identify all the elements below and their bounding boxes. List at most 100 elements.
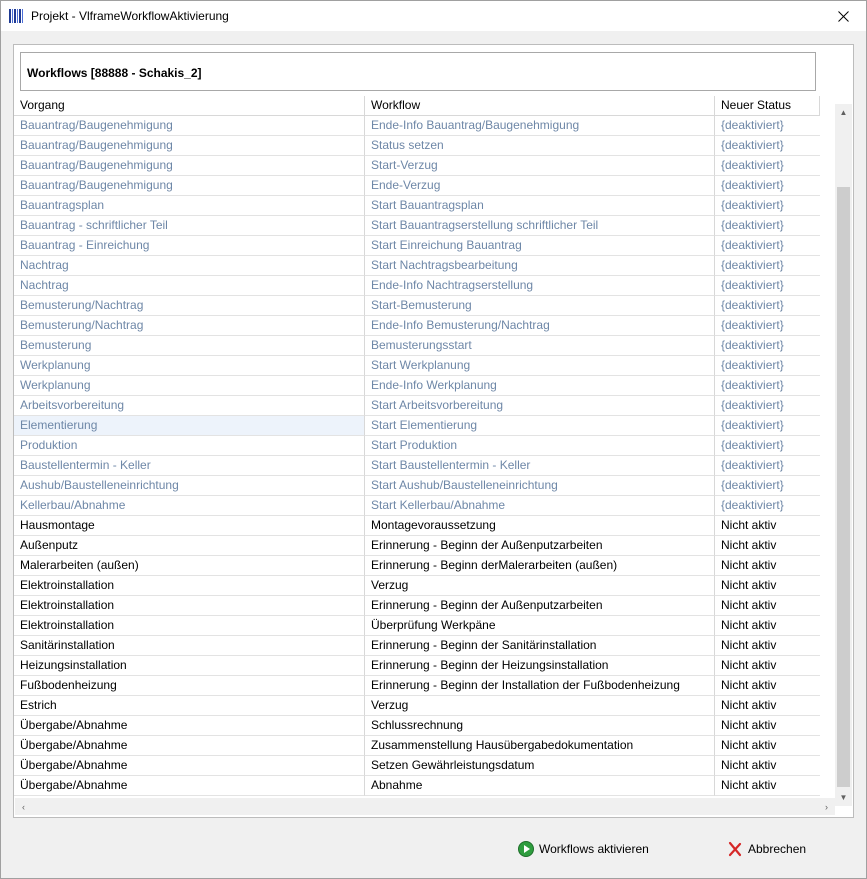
- cell-status[interactable]: {deaktiviert}: [715, 416, 820, 436]
- cell-status[interactable]: {deaktiviert}: [715, 216, 820, 236]
- cell-status[interactable]: Nicht aktiv: [715, 596, 820, 616]
- cell-vorgang[interactable]: Werkplanung: [14, 376, 365, 396]
- cell-vorgang[interactable]: Aushub/Baustelleneinrichtung: [14, 476, 365, 496]
- workflow-grid[interactable]: Vorgang Workflow Neuer Status Bauantrag/…: [14, 96, 820, 798]
- scroll-thumb[interactable]: [837, 187, 850, 787]
- cell-workflow[interactable]: Start Nachtragsbearbeitung: [365, 256, 715, 276]
- cell-status[interactable]: Nicht aktiv: [715, 576, 820, 596]
- cell-workflow[interactable]: Ende-Info Werkplanung: [365, 376, 715, 396]
- table-row[interactable]: Außenputz Erinnerung - Beginn der Außenpu…: [14, 536, 820, 556]
- cell-workflow[interactable]: Bemusterungsstart: [365, 336, 715, 356]
- cell-workflow[interactable]: Start Produktion: [365, 436, 715, 456]
- cell-vorgang[interactable]: Kellerbau/Abnahme: [14, 496, 365, 516]
- column-header-neuer-status[interactable]: Neuer Status: [715, 96, 820, 116]
- cell-vorgang[interactable]: Bauantrag/Baugenehmigung: [14, 176, 365, 196]
- table-row[interactable]: Elektroinstallation Erinnerung - Beginn d…: [14, 596, 820, 616]
- cell-status[interactable]: {deaktiviert}: [715, 456, 820, 476]
- cell-vorgang[interactable]: Werkplanung: [14, 356, 365, 376]
- cell-status[interactable]: {deaktiviert}: [715, 476, 820, 496]
- cell-vorgang[interactable]: Übergabe/Abnahme: [14, 776, 365, 796]
- cell-status[interactable]: {deaktiviert}: [715, 496, 820, 516]
- cell-workflow[interactable]: Verzug: [365, 696, 715, 716]
- cell-vorgang[interactable]: Baustellentermin - Keller: [14, 456, 365, 476]
- cell-status[interactable]: Nicht aktiv: [715, 516, 820, 536]
- cell-vorgang[interactable]: Elektroinstallation: [14, 576, 365, 596]
- table-row[interactable]: Kellerbau/Abnahme Start Kellerbau/Abnahme…: [14, 496, 820, 516]
- cell-vorgang[interactable]: Malerarbeiten (außen): [14, 556, 365, 576]
- cell-status[interactable]: {deaktiviert}: [715, 156, 820, 176]
- table-row[interactable]: Bemusterung/Nachtrag Start-Bemusterung {de…: [14, 296, 820, 316]
- cell-status[interactable]: Nicht aktiv: [715, 556, 820, 576]
- cell-vorgang[interactable]: Übergabe/Abnahme: [14, 736, 365, 756]
- cell-workflow[interactable]: Erinnerung - Beginn der Außenputzarbeite…: [365, 596, 715, 616]
- cell-vorgang[interactable]: Nachtrag: [14, 276, 365, 296]
- table-row[interactable]: Bauantrag - schriftlicher Teil Start Baua…: [14, 216, 820, 236]
- table-row[interactable]: Übergabe/Abnahme Zusammenstellung Hausübe…: [14, 736, 820, 756]
- table-row[interactable]: Übergabe/Abnahme Abnahme Nicht aktiv: [14, 776, 820, 796]
- cell-status[interactable]: Nicht aktiv: [715, 776, 820, 796]
- cell-status[interactable]: Nicht aktiv: [715, 616, 820, 636]
- cell-status[interactable]: Nicht aktiv: [715, 536, 820, 556]
- table-row[interactable]: Übergabe/Abnahme Schlussrechnung Nicht akt…: [14, 716, 820, 736]
- cell-status[interactable]: {deaktiviert}: [715, 336, 820, 356]
- table-row[interactable]: Bauantrag - Einreichung Start Einreichung…: [14, 236, 820, 256]
- cell-status[interactable]: Nicht aktiv: [715, 696, 820, 716]
- cell-vorgang[interactable]: Estrich: [14, 696, 365, 716]
- close-button[interactable]: [820, 1, 866, 31]
- cell-vorgang[interactable]: Bemusterung/Nachtrag: [14, 316, 365, 336]
- cell-workflow[interactable]: Montagevoraussetzung: [365, 516, 715, 536]
- cell-workflow[interactable]: Erinnerung - Beginn der Installation der…: [365, 676, 715, 696]
- cell-workflow[interactable]: Start Werkplanung: [365, 356, 715, 376]
- table-row[interactable]: Aushub/Baustelleneinrichtung Start Aushub…: [14, 476, 820, 496]
- scroll-right-icon[interactable]: ›: [818, 798, 835, 815]
- horizontal-scrollbar[interactable]: ‹ ›: [15, 798, 835, 815]
- cell-workflow[interactable]: Abnahme: [365, 776, 715, 796]
- table-row[interactable]: Malerarbeiten (außen) Erinnerung - Beginn…: [14, 556, 820, 576]
- cell-workflow[interactable]: Setzen Gewährleistungsdatum: [365, 756, 715, 776]
- cell-workflow[interactable]: Start Baustellentermin - Keller: [365, 456, 715, 476]
- scroll-left-icon[interactable]: ‹: [15, 798, 32, 815]
- cell-vorgang[interactable]: Elementierung: [14, 416, 365, 436]
- cell-status[interactable]: {deaktiviert}: [715, 296, 820, 316]
- cell-vorgang[interactable]: Übergabe/Abnahme: [14, 756, 365, 776]
- cell-status[interactable]: {deaktiviert}: [715, 436, 820, 456]
- cell-workflow[interactable]: Erinnerung - Beginn der Außenputzarbeite…: [365, 536, 715, 556]
- cancel-button[interactable]: Abbrechen: [727, 839, 806, 859]
- table-row[interactable]: Werkplanung Ende-Info Werkplanung {deaktiv…: [14, 376, 820, 396]
- cell-vorgang[interactable]: Sanitärinstallation: [14, 636, 365, 656]
- table-row[interactable]: Estrich Verzug Nicht aktiv: [14, 696, 820, 716]
- table-row[interactable]: Elektroinstallation Überprüfung Werkpäne N…: [14, 616, 820, 636]
- table-row[interactable]: Bemusterung Bemusterungsstart {deaktiviert…: [14, 336, 820, 356]
- cell-status[interactable]: {deaktiviert}: [715, 276, 820, 296]
- cell-vorgang[interactable]: Bauantrag/Baugenehmigung: [14, 156, 365, 176]
- cell-status[interactable]: Nicht aktiv: [715, 636, 820, 656]
- cell-workflow[interactable]: Verzug: [365, 576, 715, 596]
- cell-status[interactable]: {deaktiviert}: [715, 316, 820, 336]
- cell-status[interactable]: {deaktiviert}: [715, 356, 820, 376]
- cell-vorgang[interactable]: Elektroinstallation: [14, 596, 365, 616]
- cell-workflow[interactable]: Start Arbeitsvorbereitung: [365, 396, 715, 416]
- cell-workflow[interactable]: Erinnerung - Beginn der Sanitärinstallat…: [365, 636, 715, 656]
- cell-vorgang[interactable]: Arbeitsvorbereitung: [14, 396, 365, 416]
- cell-status[interactable]: Nicht aktiv: [715, 656, 820, 676]
- cell-workflow[interactable]: Schlussrechnung: [365, 716, 715, 736]
- table-row[interactable]: Sanitärinstallation Erinnerung - Beginn d…: [14, 636, 820, 656]
- table-row[interactable]: Bauantrag/Baugenehmigung Status setzen {de…: [14, 136, 820, 156]
- table-row[interactable]: Bauantrag/Baugenehmigung Ende-Verzug {deak…: [14, 176, 820, 196]
- cell-vorgang[interactable]: Hausmontage: [14, 516, 365, 536]
- cell-workflow[interactable]: Erinnerung - Beginn derMalerarbeiten (au…: [365, 556, 715, 576]
- cell-status[interactable]: {deaktiviert}: [715, 256, 820, 276]
- activate-workflows-button[interactable]: Workflows aktivieren: [518, 839, 649, 859]
- cell-status[interactable]: {deaktiviert}: [715, 136, 820, 156]
- cell-vorgang[interactable]: Bauantrag/Baugenehmigung: [14, 136, 365, 156]
- cell-vorgang[interactable]: Fußbodenheizung: [14, 676, 365, 696]
- table-row[interactable]: Heizungsinstallation Erinnerung - Beginn …: [14, 656, 820, 676]
- cell-status[interactable]: {deaktiviert}: [715, 116, 820, 136]
- cell-workflow[interactable]: Überprüfung Werkpäne: [365, 616, 715, 636]
- cell-workflow[interactable]: Start Elementierung: [365, 416, 715, 436]
- table-row[interactable]: Hausmontage Montagevoraussetzung Nicht akt…: [14, 516, 820, 536]
- cell-vorgang[interactable]: Bauantrag/Baugenehmigung: [14, 116, 365, 136]
- cell-status[interactable]: {deaktiviert}: [715, 376, 820, 396]
- cell-workflow[interactable]: Zusammenstellung Hausübergabedokumentati…: [365, 736, 715, 756]
- table-row[interactable]: Werkplanung Start Werkplanung {deaktiviert…: [14, 356, 820, 376]
